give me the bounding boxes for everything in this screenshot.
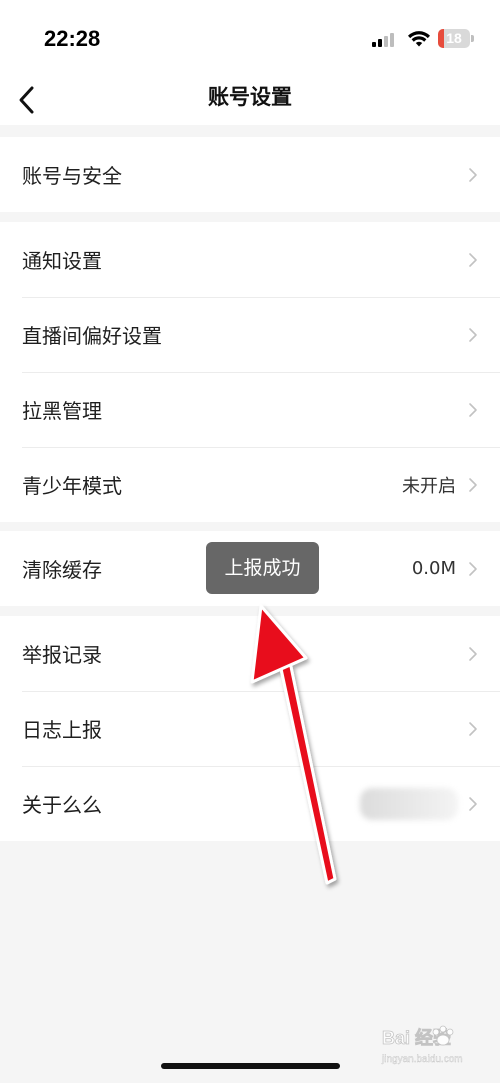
chevron-right-icon xyxy=(469,477,477,492)
settings-group-preferences: 通知设置 直播间偏好设置 拉黑管理 青少年模式 未开启 xyxy=(0,222,500,522)
battery-icon: 18 xyxy=(438,29,470,48)
chevron-right-icon xyxy=(469,721,477,736)
settings-group-account: 账号与安全 xyxy=(0,137,500,212)
red-annotation-arrow xyxy=(250,604,337,885)
chevron-right-icon xyxy=(469,796,477,811)
wifi-icon xyxy=(408,31,430,47)
settings-item-teen-mode[interactable]: 青少年模式 未开启 xyxy=(0,447,500,522)
settings-item-label: 青少年模式 xyxy=(22,474,122,498)
home-indicator[interactable] xyxy=(161,1063,340,1069)
status-bar: 22:28 18 xyxy=(0,0,500,75)
chevron-right-icon xyxy=(469,646,477,661)
page-title: 账号设置 xyxy=(208,85,292,109)
settings-item-account-security[interactable]: 账号与安全 xyxy=(0,137,500,212)
chevron-right-icon xyxy=(469,167,477,182)
watermark-subtext: jingyan.baidu.com xyxy=(381,1054,463,1065)
blurred-version-info xyxy=(360,787,458,820)
chevron-right-icon xyxy=(469,252,477,267)
paw-icon: Bai 经验 jingyan.baidu.com xyxy=(381,1025,463,1065)
cellular-signal-icon xyxy=(372,31,398,47)
baidu-jingyan-watermark: Bai 经验 jingyan.baidu.com xyxy=(380,1022,490,1068)
chevron-right-icon xyxy=(469,327,477,342)
settings-item-live-room-preferences[interactable]: 直播间偏好设置 xyxy=(0,297,500,372)
toast-message: 上报成功 xyxy=(206,542,319,594)
chevron-right-icon xyxy=(469,402,477,417)
battery-cap xyxy=(471,35,474,42)
battery-level: 18 xyxy=(446,30,462,46)
nav-bar: 账号设置 xyxy=(0,75,500,125)
teen-mode-status: 未开启 xyxy=(402,475,456,497)
settings-item-blocklist[interactable]: 拉黑管理 xyxy=(0,372,500,447)
settings-item-label: 通知设置 xyxy=(22,249,102,273)
settings-item-notifications[interactable]: 通知设置 xyxy=(0,222,500,297)
cache-size: 0.0M xyxy=(411,558,456,579)
status-time: 22:28 xyxy=(44,26,101,51)
settings-item-label: 直播间偏好设置 xyxy=(22,324,162,348)
settings-item-label: 账号与安全 xyxy=(22,164,122,188)
chevron-right-icon xyxy=(469,561,477,576)
settings-item-label: 拉黑管理 xyxy=(22,399,102,423)
